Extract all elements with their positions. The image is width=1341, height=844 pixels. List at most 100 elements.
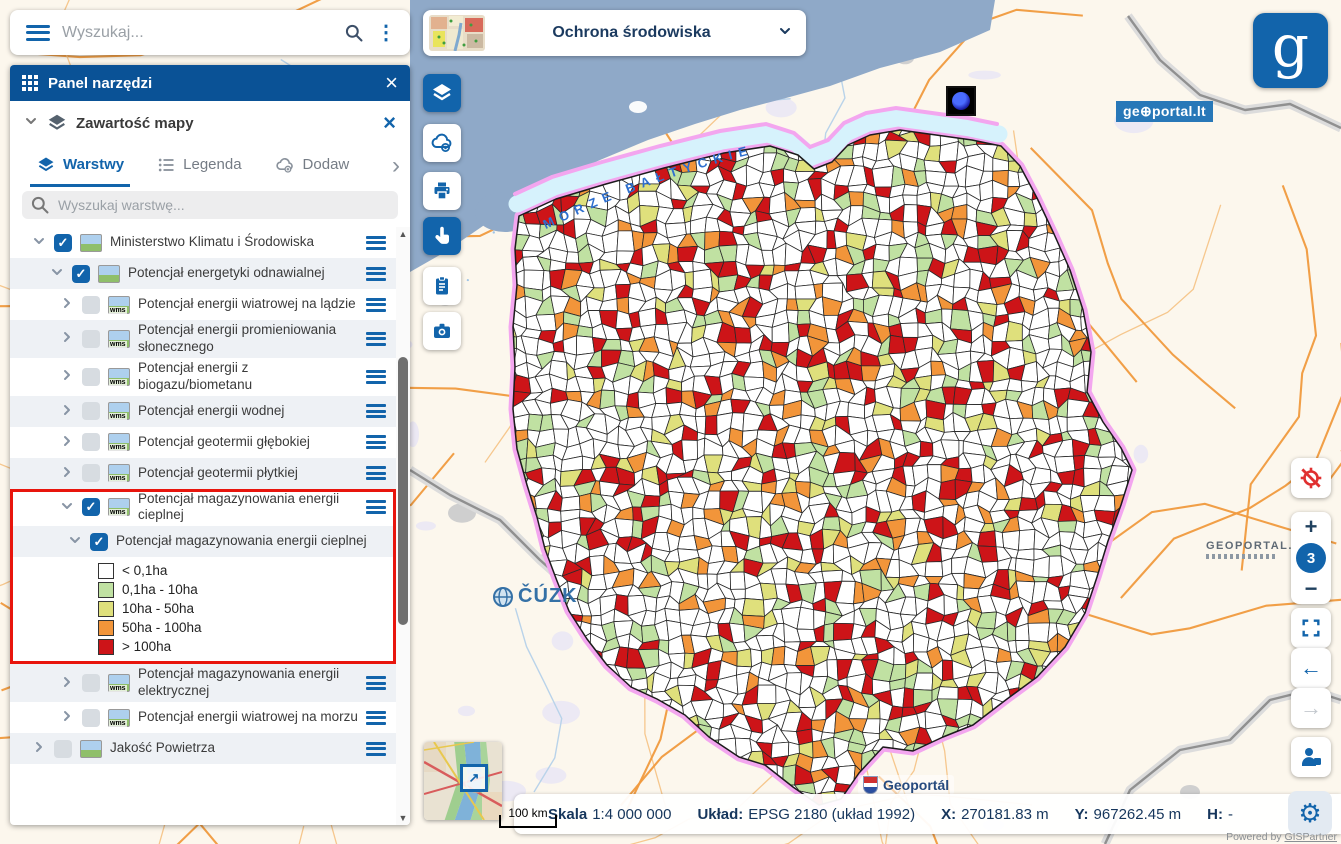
layer-menu-icon[interactable] xyxy=(366,404,386,418)
chevron-right-icon[interactable] xyxy=(60,434,74,451)
layer-label: Potencjał geotermii płytkiej xyxy=(138,465,358,482)
zoom-out-button[interactable]: − xyxy=(1305,578,1318,600)
layer-checkbox-checked[interactable]: ✓ xyxy=(82,498,100,516)
chevron-right-icon[interactable] xyxy=(60,296,74,313)
layer-tree-row: Potencjał geotermii płytkiej xyxy=(10,458,396,489)
scale-readout: Skala1:4 000 000 xyxy=(548,806,671,823)
layer-menu-icon[interactable] xyxy=(366,742,386,756)
fullscreen-button[interactable] xyxy=(1291,608,1331,648)
zoom-control: + 3 − xyxy=(1291,512,1331,604)
zoom-in-button[interactable]: + xyxy=(1305,516,1318,538)
layer-tree-row: ✓Potencjał magazynowania energii cieplne… xyxy=(10,489,396,527)
layer-menu-icon[interactable] xyxy=(366,267,386,281)
layer-menu-icon[interactable] xyxy=(366,676,386,690)
layer-checkbox-unchecked[interactable] xyxy=(82,464,100,482)
print-tool-button[interactable] xyxy=(423,172,461,210)
layer-checkbox-unchecked[interactable] xyxy=(82,709,100,727)
layer-menu-icon[interactable] xyxy=(366,236,386,250)
gispartner-link[interactable]: GISPartner xyxy=(1284,831,1337,843)
chevron-right-icon[interactable] xyxy=(60,330,74,347)
section-close-icon[interactable]: × xyxy=(383,112,396,134)
search-input[interactable] xyxy=(60,23,344,43)
layer-menu-icon[interactable] xyxy=(366,332,386,346)
group-layer-icon xyxy=(80,234,102,252)
back-button[interactable]: ← xyxy=(1291,648,1331,688)
minimap[interactable]: ↗ xyxy=(424,742,502,820)
chevron-down-icon[interactable] xyxy=(60,499,74,516)
layer-menu-icon[interactable] xyxy=(366,500,386,514)
chevron-down-icon[interactable] xyxy=(24,114,38,133)
chevron-right-icon[interactable] xyxy=(60,675,74,692)
highlight-annotation: ✓Potencjał magazynowania energii cieplne… xyxy=(10,489,396,665)
layer-label: Ministerstwo Klimatu i Środowiska xyxy=(110,234,358,251)
layer-search-input[interactable] xyxy=(56,196,390,214)
panel-close-icon[interactable]: × xyxy=(385,72,398,94)
chevron-right-icon[interactable] xyxy=(60,465,74,482)
cloud-add-tool-button[interactable] xyxy=(423,124,461,162)
layer-checkbox-unchecked[interactable] xyxy=(82,402,100,420)
forward-button[interactable]: → xyxy=(1291,688,1331,728)
person-share-icon xyxy=(1299,745,1323,769)
chevron-down-icon[interactable] xyxy=(32,234,46,251)
chevron-right-icon[interactable] xyxy=(60,403,74,420)
tab-legenda[interactable]: Legenda xyxy=(150,145,247,187)
layer-checkbox-unchecked[interactable] xyxy=(82,433,100,451)
geolocation-off-button[interactable] xyxy=(1291,458,1331,498)
chevron-right-icon[interactable] xyxy=(32,740,46,757)
layer-label: Jakość Powietrza xyxy=(110,740,358,757)
chevron-down-icon[interactable] xyxy=(50,265,64,282)
share-position-button[interactable] xyxy=(1291,737,1331,777)
layer-checkbox-unchecked[interactable] xyxy=(82,330,100,348)
layer-menu-icon[interactable] xyxy=(366,370,386,384)
scroll-down-icon[interactable]: ▼ xyxy=(396,811,410,825)
layer-checkbox-unchecked[interactable] xyxy=(82,296,100,314)
tabs-next-icon[interactable]: › xyxy=(392,154,400,178)
chevron-down-icon[interactable] xyxy=(68,533,82,550)
scroll-up-icon[interactable]: ▲ xyxy=(396,227,410,241)
geoportal-logo[interactable]: g xyxy=(1253,13,1328,88)
section-title: Zawartość mapy xyxy=(76,115,383,132)
touch-identify-tool-button[interactable] xyxy=(423,217,461,255)
scrollbar-thumb[interactable] xyxy=(398,357,408,625)
slovak-shield-icon xyxy=(863,776,878,794)
layer-menu-icon[interactable] xyxy=(366,466,386,480)
search-icon[interactable] xyxy=(344,23,364,43)
camera-tool-button[interactable] xyxy=(423,312,461,350)
chevron-right-icon[interactable] xyxy=(60,709,74,726)
layer-tree-row: Potencjał geotermii głębokiej xyxy=(10,427,396,458)
powered-by: Powered by GISPartner xyxy=(1226,831,1337,843)
clipboard-tool-button[interactable] xyxy=(423,267,461,305)
forward-arrow-icon: → xyxy=(1300,697,1322,719)
layer-label: Potencjał energii z biogazu/biometanu xyxy=(138,360,358,394)
layer-checkbox-checked[interactable]: ✓ xyxy=(90,533,108,551)
panel-scrollbar[interactable]: ▲ ▼ xyxy=(396,227,410,825)
layer-checkbox-checked[interactable]: ✓ xyxy=(72,265,90,283)
basemap-selector[interactable]: Ochrona środowiska xyxy=(423,10,806,56)
expand-minimap-icon[interactable]: ↗ xyxy=(460,764,488,792)
settings-button[interactable]: ⚙ xyxy=(1288,791,1332,835)
layer-checkbox-checked[interactable]: ✓ xyxy=(54,234,72,252)
layer-menu-icon[interactable] xyxy=(366,435,386,449)
y-coordinate: Y:967262.45 m xyxy=(1075,806,1181,823)
apps-grid-icon[interactable] xyxy=(22,75,38,91)
main-menu-icon[interactable] xyxy=(26,25,50,41)
wms-layer-icon xyxy=(108,709,130,727)
layer-tree-row: ✓Potencjał energetyki odnawialnej xyxy=(10,258,396,289)
wms-layer-icon xyxy=(108,368,130,386)
tab-warstwy[interactable]: Warstwy xyxy=(30,145,130,187)
kebab-menu-icon[interactable]: ⋮ xyxy=(376,23,396,43)
h-coordinate: H:- xyxy=(1207,806,1233,823)
layer-menu-icon[interactable] xyxy=(366,711,386,725)
layer-tree-row: Potencjał energii z biogazu/biometanu xyxy=(10,358,396,396)
layer-checkbox-unchecked[interactable] xyxy=(82,674,100,692)
layer-checkbox-unchecked[interactable] xyxy=(82,368,100,386)
chevron-right-icon[interactable] xyxy=(60,368,74,385)
legend-item: 50ha - 100ha xyxy=(98,618,396,637)
layer-checkbox-unchecked[interactable] xyxy=(54,740,72,758)
wms-layer-icon xyxy=(108,296,130,314)
layer-menu-icon[interactable] xyxy=(366,298,386,312)
print-icon xyxy=(430,179,454,203)
wms-layer-icon xyxy=(108,330,130,348)
tab-dodawanie[interactable]: Dodaw xyxy=(268,145,356,187)
layers-tool-button[interactable] xyxy=(423,74,461,112)
